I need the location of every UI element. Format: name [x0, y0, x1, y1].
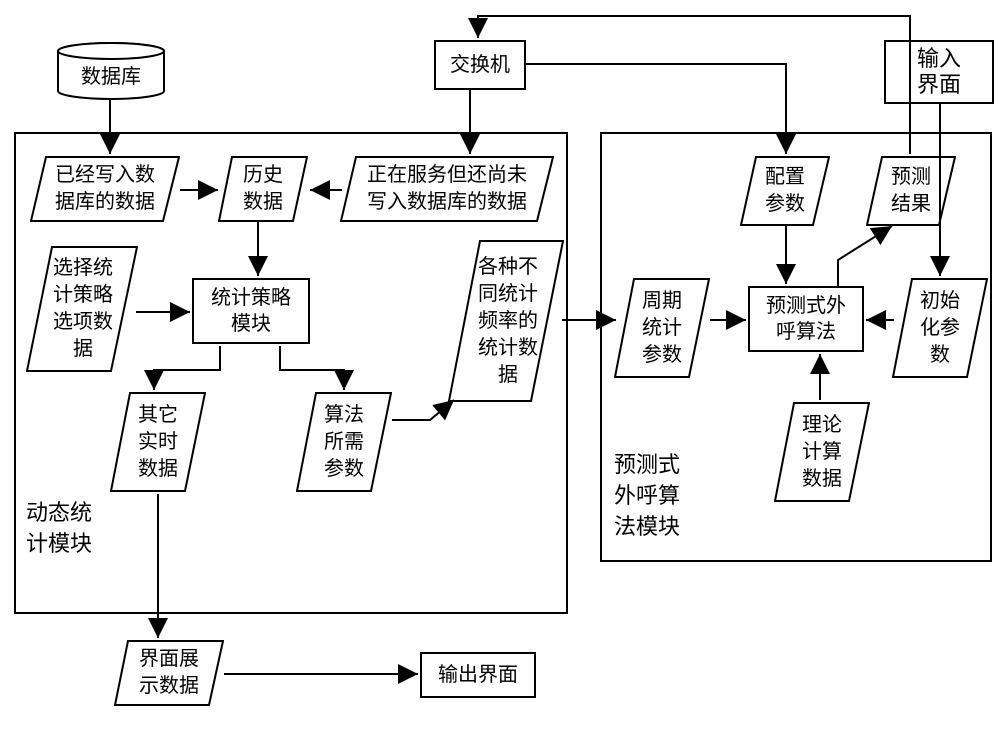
database-label: 数据库 [81, 66, 141, 88]
in-service-data-para: 正在服务但还尚未写入数据库的数据 [340, 156, 554, 222]
display-data-para: 界面展示数据 [114, 640, 224, 706]
config-params-para: 配置参数 [740, 156, 830, 226]
predict-result-para: 预测结果 [866, 156, 956, 226]
written-data-para: 已经写入数据库的数据 [30, 156, 180, 222]
history-data-para: 历史数据 [218, 156, 308, 222]
